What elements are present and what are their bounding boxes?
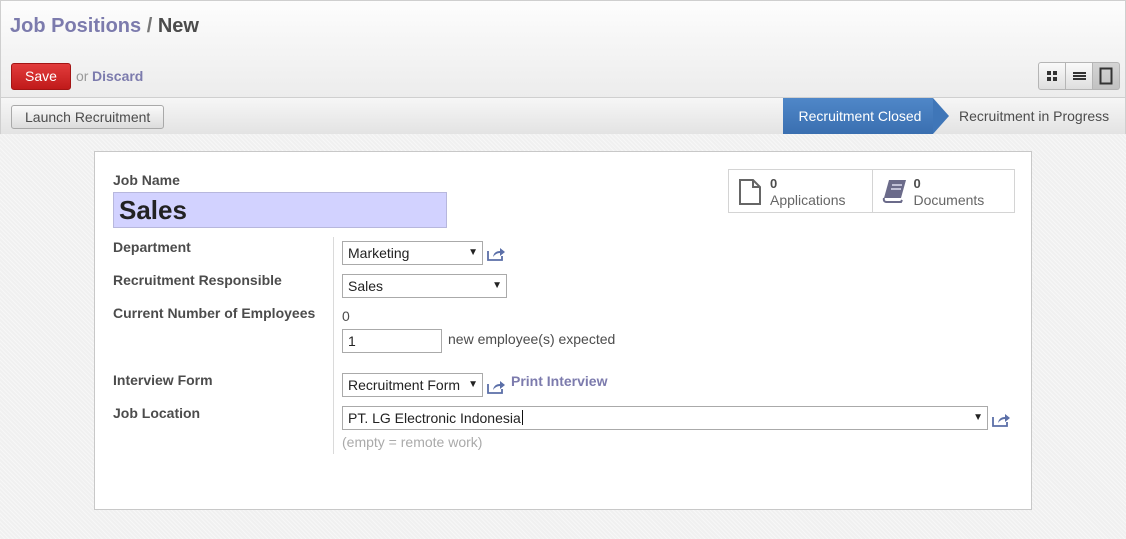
form-sheet: Job Name Sales 0 Applications 0 Document… [94, 151, 1032, 510]
discard-link[interactable]: Discard [92, 68, 143, 84]
view-switcher [1038, 62, 1120, 90]
control-panel: Job Positions / New Save or Discard [0, 0, 1126, 98]
recruitment-responsible-select[interactable]: Sales ▼ [342, 274, 507, 298]
documents-label: Documents [913, 192, 985, 208]
recruitment-responsible-label: Recruitment Responsible [113, 272, 282, 288]
applications-label: Applications [770, 192, 846, 208]
breadcrumb: Job Positions / New [10, 15, 199, 38]
dropdown-arrow-icon: ▼ [468, 379, 478, 390]
job-location-value: PT. LG Electronic Indonesia [348, 410, 521, 426]
job-name-label: Job Name [113, 172, 180, 188]
status-bar: Launch Recruitment Recruitment Closed Re… [0, 97, 1126, 135]
launch-recruitment-button[interactable]: Launch Recruitment [11, 105, 165, 129]
smart-buttons: 0 Applications 0 Documents [728, 169, 1015, 213]
department-select[interactable]: Marketing ▼ [342, 241, 483, 265]
job-location-hint: (empty = remote work) [342, 434, 483, 450]
interview-form-value: Recruitment Form [348, 377, 461, 393]
form-background: Job Name Sales 0 Applications 0 Document… [0, 134, 1126, 539]
stage-arrow [933, 98, 949, 134]
interview-form-select[interactable]: Recruitment Form ▼ [342, 373, 483, 397]
breadcrumb-separator: / [146, 15, 153, 37]
dropdown-arrow-icon: ▼ [973, 412, 983, 423]
job-location-select[interactable]: PT. LG Electronic Indonesia ▼ [342, 406, 988, 430]
breadcrumb-job-positions[interactable]: Job Positions [10, 15, 141, 37]
book-icon [882, 180, 906, 203]
save-button[interactable]: Save [11, 63, 71, 90]
current-employees-label: Current Number of Employees [113, 305, 316, 321]
current-employees-value: 0 [342, 308, 350, 324]
dropdown-arrow-icon: ▼ [492, 280, 502, 291]
documents-button[interactable]: 0 Documents [871, 170, 1015, 212]
breadcrumb-current: New [157, 15, 199, 37]
column-divider [333, 237, 334, 454]
department-label: Department [113, 239, 191, 255]
text-caret [521, 410, 523, 425]
job-name-input[interactable]: Sales [113, 192, 447, 228]
department-value: Marketing [348, 245, 410, 261]
external-link-icon[interactable] [487, 247, 505, 261]
stage-recruitment-closed[interactable]: Recruitment Closed [783, 98, 933, 134]
file-icon [739, 179, 761, 205]
list-view-icon[interactable] [1066, 62, 1093, 90]
print-interview-link[interactable]: Print Interview [511, 373, 607, 389]
dropdown-arrow-icon: ▼ [468, 247, 478, 258]
job-location-label-text: Job Location [113, 405, 201, 421]
applications-button[interactable]: 0 Applications [729, 170, 872, 212]
external-link-icon[interactable] [487, 380, 505, 394]
or-text: or [76, 68, 89, 84]
external-link-icon[interactable] [992, 413, 1010, 427]
kanban-view-icon[interactable] [1038, 62, 1066, 90]
job-location-label: Job Location [113, 405, 200, 421]
interview-form-label: Interview Form [113, 372, 213, 388]
form-view-icon[interactable] [1093, 62, 1120, 90]
recruitment-responsible-value: Sales [348, 278, 384, 294]
documents-count: 0 [913, 176, 921, 191]
expected-employees-input[interactable]: 1 [342, 329, 442, 353]
expected-employees-suffix: new employee(s) expected [448, 331, 616, 347]
stage-recruitment-in-progress[interactable]: Recruitment in Progress [959, 98, 1109, 134]
applications-count: 0 [770, 176, 778, 191]
